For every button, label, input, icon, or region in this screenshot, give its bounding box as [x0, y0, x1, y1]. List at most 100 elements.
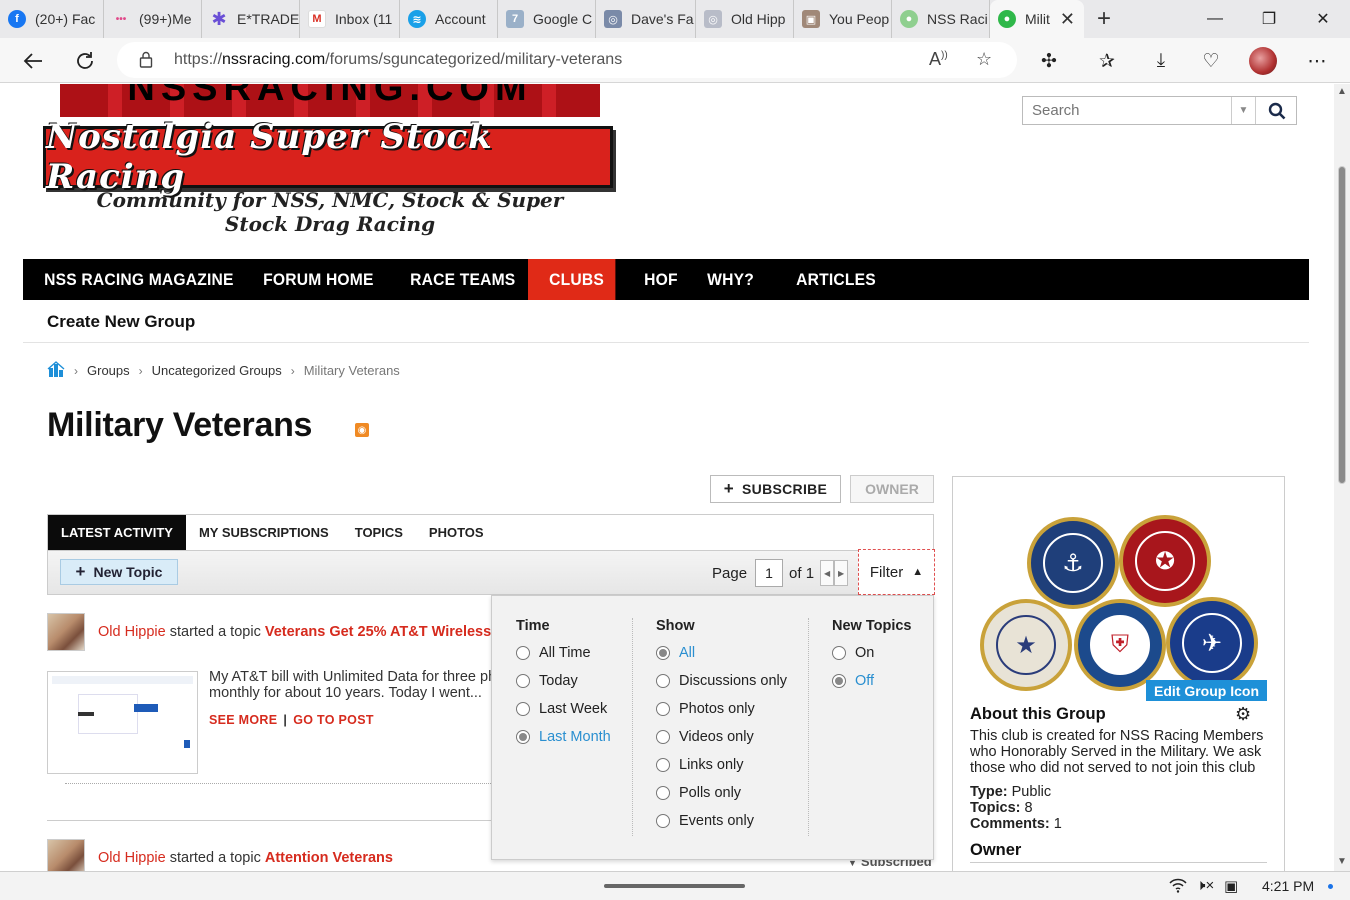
restore-icon[interactable]: ❐: [1242, 0, 1296, 38]
plus-icon: +: [723, 479, 735, 498]
filter-option-selected[interactable]: Last Month: [516, 723, 611, 751]
filter-option-selected[interactable]: All: [656, 639, 787, 667]
edit-group-icon-button[interactable]: Edit Group Icon: [1146, 680, 1267, 701]
user-link[interactable]: Old Hippie: [98, 850, 166, 866]
create-new-group-link[interactable]: Create New Group: [47, 312, 195, 332]
wifi-icon[interactable]: [1168, 877, 1188, 897]
browser-tab[interactable]: ◎ Old Hipp: [696, 0, 794, 38]
filter-dropdown: Time All Time Today Last Week Last Month…: [491, 595, 934, 860]
browser-tab[interactable]: ◎ Dave's Fa: [596, 0, 696, 38]
page-scrollbar[interactable]: ▲ ▼: [1334, 84, 1350, 871]
clock[interactable]: 4:21 PM: [1262, 878, 1314, 894]
favorite-star-icon[interactable]: ☆: [976, 49, 992, 70]
rss-icon[interactable]: ◉: [355, 423, 369, 437]
owner-button[interactable]: OWNER: [850, 475, 934, 503]
search-button[interactable]: [1255, 97, 1297, 124]
topic-link[interactable]: Veterans Get 25% AT&T Wireless M: [265, 624, 492, 640]
back-button[interactable]: [18, 46, 48, 76]
home-icon[interactable]: [47, 361, 65, 380]
tab-topics[interactable]: TOPICS: [342, 515, 416, 550]
avatar[interactable]: [47, 839, 85, 871]
nav-item-clubs[interactable]: CLUBS: [528, 259, 616, 300]
nav-item-magazine[interactable]: NSS RACING MAGAZINE: [23, 259, 233, 300]
tab-latest-activity[interactable]: LATEST ACTIVITY: [48, 515, 186, 550]
filter-option[interactable]: All Time: [516, 639, 611, 667]
more-menu-icon[interactable]: ⋯: [1302, 46, 1332, 76]
see-more-link[interactable]: SEE MORE: [209, 713, 277, 727]
subscribe-button[interactable]: + SUBSCRIBE: [710, 475, 841, 503]
gear-icon[interactable]: ⚙: [1235, 704, 1251, 725]
user-link[interactable]: Old Hippie: [98, 624, 166, 640]
breadcrumb-groups[interactable]: Groups: [87, 363, 130, 378]
nav-item-articles[interactable]: ARTICLES: [775, 259, 897, 300]
filter-button[interactable]: Filter ▲: [858, 549, 935, 595]
chevron-right-icon: ▶: [838, 568, 845, 578]
activity-tabs: LATEST ACTIVITY MY SUBSCRIPTIONS TOPICS …: [47, 514, 934, 551]
scroll-down-icon[interactable]: ▼: [1337, 856, 1347, 867]
search-options-dropdown[interactable]: ▼: [1231, 97, 1255, 124]
filter-option[interactable]: Videos only: [656, 723, 787, 751]
filter-option[interactable]: Polls only: [656, 779, 787, 807]
filter-option[interactable]: Links only: [656, 751, 787, 779]
topic-link[interactable]: Attention Veterans: [265, 850, 393, 866]
browser-tab[interactable]: 7 Google C: [498, 0, 596, 38]
browser-tab-active[interactable]: ● Milit ✕: [990, 0, 1084, 38]
coast-guard-seal-icon: ⛨: [1074, 599, 1166, 691]
refresh-button[interactable]: [70, 46, 100, 76]
filter-option[interactable]: Events only: [656, 807, 787, 835]
nav-item-race-teams[interactable]: RACE TEAMS: [389, 259, 517, 300]
meta-value: Public: [1011, 784, 1052, 800]
filter-option[interactable]: Today: [516, 667, 611, 695]
tab-my-subscriptions[interactable]: MY SUBSCRIPTIONS: [186, 515, 342, 550]
radio-icon: [516, 646, 530, 660]
nav-item-why[interactable]: WHY?: [686, 259, 768, 300]
close-window-icon[interactable]: ✕: [1296, 0, 1350, 38]
avatar[interactable]: [1248, 46, 1278, 76]
browser-tab[interactable]: ▣ You Peop: [794, 0, 892, 38]
breadcrumb-uncategorized[interactable]: Uncategorized Groups: [152, 363, 282, 378]
nav-item-hof[interactable]: HOF: [623, 259, 681, 300]
browser-tab[interactable]: f (20+) Fac: [0, 0, 104, 38]
tab-photos[interactable]: PHOTOS: [416, 515, 497, 550]
nss-icon: ●: [900, 10, 918, 28]
scroll-up-icon[interactable]: ▲: [1337, 86, 1347, 97]
battery-icon[interactable]: ▣: [1224, 877, 1238, 895]
next-page-button[interactable]: ▶: [834, 560, 849, 586]
minimize-icon[interactable]: —: [1188, 0, 1242, 38]
taskbar-handle[interactable]: [604, 884, 745, 888]
filter-option[interactable]: On: [832, 639, 912, 667]
filter-option[interactable]: Discussions only: [656, 667, 787, 695]
prev-page-button[interactable]: ◀: [820, 560, 835, 586]
profile-icon: ◎: [704, 10, 722, 28]
browser-tab[interactable]: ● NSS Raci: [892, 0, 990, 38]
browser-tab[interactable]: ✱ E*TRADE: [202, 0, 300, 38]
site-logo[interactable]: Nostalgia Super Stock Racing: [43, 117, 613, 197]
page-number-input[interactable]: 1: [755, 559, 784, 587]
new-topic-button[interactable]: + New Topic: [60, 559, 178, 585]
browser-tab[interactable]: ••• (99+)Me: [104, 0, 202, 38]
favorites-icon[interactable]: ✰: [1092, 46, 1122, 76]
main-nav: NSS RACING MAGAZINE FORUM HOME RACE TEAM…: [23, 259, 1309, 300]
search-input[interactable]: [1023, 97, 1231, 124]
health-icon[interactable]: ♡: [1196, 46, 1226, 76]
extensions-icon[interactable]: ✣: [1034, 46, 1064, 76]
new-tab-button[interactable]: +: [1084, 5, 1124, 33]
breadcrumb-current: Military Veterans: [303, 363, 400, 378]
url-field[interactable]: https://nssracing.com/forums/sguncategor…: [117, 42, 1017, 78]
filter-option[interactable]: Last Week: [516, 695, 611, 723]
scrollbar-thumb[interactable]: [1338, 166, 1346, 484]
nav-item-forum-home[interactable]: FORUM HOME: [242, 259, 377, 300]
go-to-post-link[interactable]: GO TO POST: [293, 713, 374, 727]
site-logo-top[interactable]: NSSRACING.COM: [60, 84, 600, 117]
read-aloud-icon[interactable]: A)): [929, 49, 948, 70]
browser-tab[interactable]: ≋ Account: [400, 0, 498, 38]
close-tab-icon[interactable]: ✕: [1060, 9, 1075, 30]
filter-new-topics-group: New Topics On Off: [832, 618, 912, 695]
filter-option[interactable]: Photos only: [656, 695, 787, 723]
volume-muted-icon[interactable]: 🕨×: [1196, 877, 1214, 894]
avatar[interactable]: [47, 613, 85, 651]
filter-option-selected[interactable]: Off: [832, 667, 912, 695]
post-thumbnail[interactable]: [47, 671, 198, 774]
downloads-icon[interactable]: ⤓: [1146, 46, 1176, 76]
browser-tab[interactable]: M Inbox (11: [300, 0, 400, 38]
